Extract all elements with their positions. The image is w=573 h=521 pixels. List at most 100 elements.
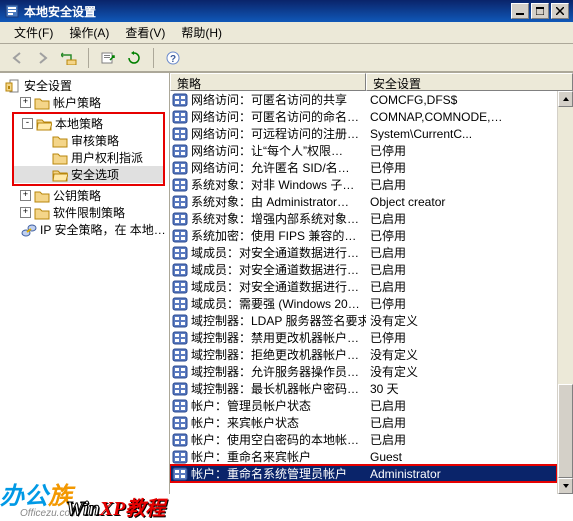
expand-icon[interactable]: +: [20, 207, 31, 218]
menu-file[interactable]: 文件(F): [6, 22, 61, 43]
expand-icon[interactable]: +: [20, 190, 31, 201]
folder-icon: [34, 189, 50, 203]
list-row[interactable]: 网络访问：可匿名访问的命名…COMNAP,COMNODE,…: [170, 108, 557, 125]
tree-label: IP 安全策略，在 本地…: [40, 221, 166, 238]
expand-icon[interactable]: +: [20, 97, 31, 108]
tree-user-rights[interactable]: 用户权利指派: [14, 149, 163, 166]
tree-ipsec-policy[interactable]: IP 安全策略，在 本地…: [0, 221, 169, 238]
policy-name: 帐户：重命名来宾帐户: [191, 448, 311, 465]
policy-name: 系统对象：增强内部系统对象…: [191, 210, 359, 227]
policy-value: 没有定义: [370, 365, 418, 379]
list-row[interactable]: 帐户：管理员帐户状态已启用: [170, 397, 557, 414]
column-header-setting[interactable]: 安全设置: [366, 73, 573, 91]
policy-icon: [172, 93, 188, 107]
menubar: 文件(F) 操作(A) 查看(V) 帮助(H): [0, 22, 573, 44]
close-button[interactable]: [551, 3, 569, 19]
list-row[interactable]: 域控制器：最长机器帐户密码…30 天: [170, 380, 557, 397]
policy-icon: [172, 382, 188, 396]
vertical-scrollbar[interactable]: [557, 91, 573, 494]
help-button[interactable]: ?: [162, 47, 184, 69]
list-row[interactable]: 域控制器：拒绝更改机器帐户…没有定义: [170, 346, 557, 363]
column-header-policy[interactable]: 策略: [170, 73, 366, 91]
list-row[interactable]: 系统对象：对非 Windows 子… 已启用: [170, 176, 557, 193]
watermark-brand: 办公族: [0, 476, 72, 511]
maximize-button[interactable]: [531, 3, 549, 19]
list-row[interactable]: 帐户：重命名系统管理员帐户Administrator: [170, 465, 557, 482]
back-button[interactable]: [6, 47, 28, 69]
folder-icon: [52, 134, 68, 148]
list-row[interactable]: 网络访问：让“每个人”权限… 已停用: [170, 142, 557, 159]
up-button[interactable]: [58, 47, 80, 69]
policy-value: 30 天: [370, 382, 399, 396]
list-row[interactable]: 域成员：需要强 (Windows 20…已停用: [170, 295, 557, 312]
list-panel: 策略 安全设置 网络访问：可匿名访问的共享COMCFG,DFS$网络访问：可匿名…: [170, 73, 573, 494]
list-row[interactable]: 系统对象：由 Administrator…Object creator: [170, 193, 557, 210]
policy-name: 网络访问：让“每个人”权限…: [191, 142, 343, 159]
policy-name: 网络访问：可匿名访问的命名…: [191, 108, 359, 125]
scroll-down-button[interactable]: [558, 478, 573, 494]
tree-root[interactable]: 安全设置: [0, 77, 169, 94]
policy-icon: [172, 297, 188, 311]
list-row[interactable]: 域成员：对安全通道数据进行…已启用: [170, 278, 557, 295]
policy-icon: [172, 195, 188, 209]
policy-name: 帐户：管理员帐户状态: [191, 397, 311, 414]
tree-software-restrict[interactable]: + 软件限制策略: [0, 204, 169, 221]
list-row[interactable]: 域控制器：LDAP 服务器签名要求没有定义: [170, 312, 557, 329]
policy-icon: [172, 331, 188, 345]
policy-icon: [172, 110, 188, 124]
folder-icon: [34, 96, 50, 110]
tree-pubkey-policy[interactable]: + 公钥策略: [0, 187, 169, 204]
watermark-tutorial: WinXP教程: [66, 492, 165, 521]
folder-open-icon: [52, 168, 68, 182]
policy-value: 已停用: [370, 331, 406, 345]
tree-local-policy[interactable]: - 本地策略: [14, 115, 163, 132]
policy-name: 网络访问：可匿名访问的共享: [191, 91, 347, 108]
policy-value: COMCFG,DFS$: [370, 93, 457, 107]
policy-icon: [172, 161, 188, 175]
tree-label: 安全选项: [71, 166, 119, 183]
minimize-button[interactable]: [511, 3, 529, 19]
menu-help[interactable]: 帮助(H): [173, 22, 230, 43]
list-row[interactable]: 域成员：对安全通道数据进行…已启用: [170, 261, 557, 278]
list-row[interactable]: 域控制器：允许服务器操作员…没有定义: [170, 363, 557, 380]
list-row[interactable]: 网络访问：允许匿名 SID/名…已停用: [170, 159, 557, 176]
policy-value: Object creator: [370, 195, 445, 209]
policy-name: 系统对象：对非 Windows 子…: [191, 176, 354, 193]
policy-value: 已停用: [370, 161, 406, 175]
menu-action[interactable]: 操作(A): [61, 22, 117, 43]
tree-panel: 安全设置 + 帐户策略 - 本地策略 审核策略 用户权利指派: [0, 73, 170, 494]
collapse-icon[interactable]: -: [22, 118, 33, 129]
policy-value: 已停用: [370, 297, 406, 311]
menu-view[interactable]: 查看(V): [117, 22, 173, 43]
policy-icon: [172, 348, 188, 362]
list-row[interactable]: 网络访问：可远程访问的注册…System\CurrentC...: [170, 125, 557, 142]
tree-account-policy[interactable]: + 帐户策略: [0, 94, 169, 111]
tree-audit-policy[interactable]: 审核策略: [14, 132, 163, 149]
tree-root-label: 安全设置: [24, 77, 72, 94]
policy-value: 已启用: [370, 178, 406, 192]
export-button[interactable]: [97, 47, 119, 69]
list-row[interactable]: 帐户：重命名来宾帐户Guest: [170, 448, 557, 465]
policy-icon: [172, 280, 188, 294]
policy-value: 已启用: [370, 433, 406, 447]
list-row[interactable]: 域控制器：禁用更改机器帐户…已停用: [170, 329, 557, 346]
policy-name: 系统加密：使用 FIPS 兼容的…: [191, 227, 356, 244]
list-row[interactable]: 系统对象：增强内部系统对象…已启用: [170, 210, 557, 227]
forward-button[interactable]: [32, 47, 54, 69]
list-row[interactable]: 域成员：对安全通道数据进行…已启用: [170, 244, 557, 261]
scroll-thumb[interactable]: [558, 384, 573, 478]
tree-label: 本地策略: [55, 115, 103, 132]
policy-icon: [172, 314, 188, 328]
refresh-button[interactable]: [123, 47, 145, 69]
tree-label: 审核策略: [71, 132, 119, 149]
list-row[interactable]: 帐户：使用空白密码的本地帐…已启用: [170, 431, 557, 448]
scroll-up-button[interactable]: [558, 91, 573, 107]
list-row[interactable]: 网络访问：可匿名访问的共享 COMCFG,DFS$: [170, 91, 557, 108]
policy-icon: [172, 212, 188, 226]
tree-security-options[interactable]: 安全选项: [14, 166, 163, 183]
list-row[interactable]: 系统加密：使用 FIPS 兼容的…已停用: [170, 227, 557, 244]
policy-name: 域成员：对安全通道数据进行…: [191, 278, 359, 295]
toolbar: ?: [0, 44, 573, 72]
list-row[interactable]: 帐户：来宾帐户状态已启用: [170, 414, 557, 431]
policy-value: 已停用: [370, 144, 406, 158]
